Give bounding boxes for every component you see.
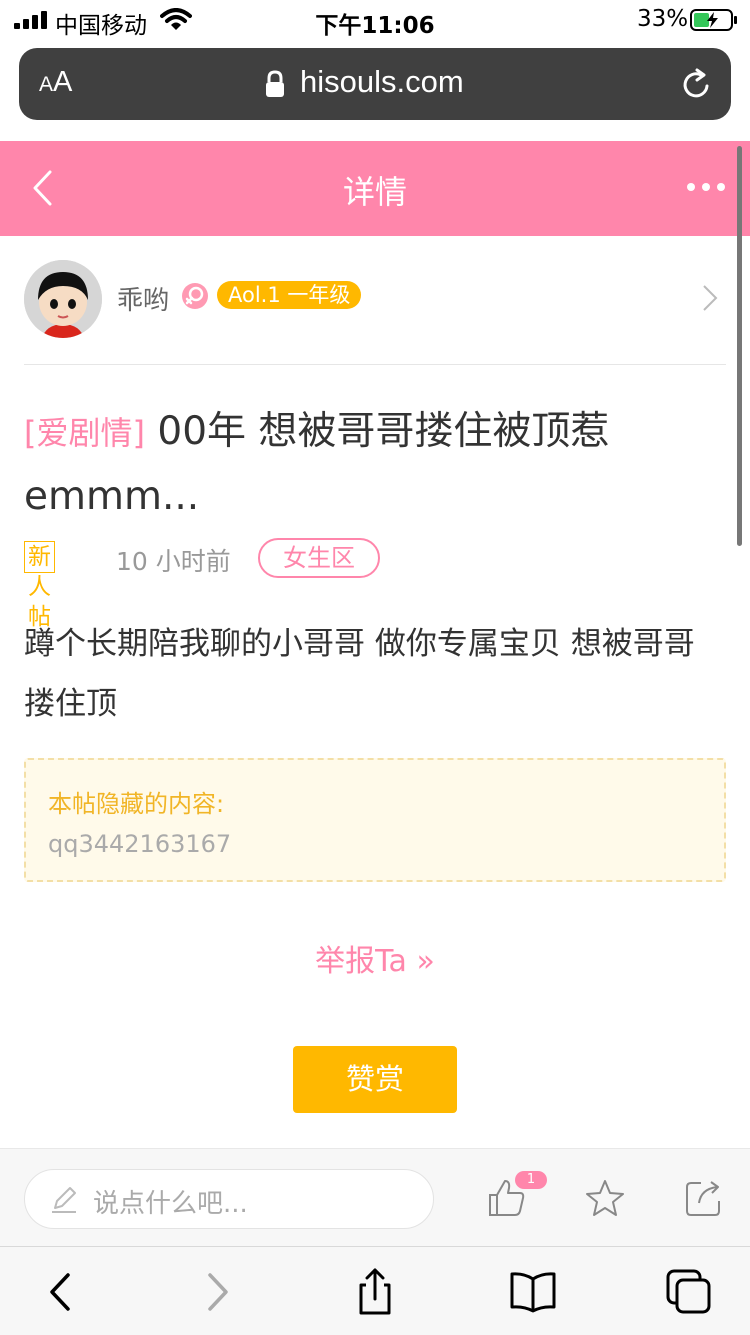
browser-toolbar xyxy=(0,1246,750,1335)
more-dots-icon[interactable] xyxy=(686,181,726,193)
battery-percentage: 33% xyxy=(637,6,689,32)
category-tag[interactable]: [爱剧情] xyxy=(24,414,145,452)
reward-button[interactable]: 赞赏 xyxy=(293,1046,457,1113)
avatar[interactable] xyxy=(24,260,102,338)
reader-settings-button[interactable]: AA xyxy=(39,66,72,99)
share-sheet-icon[interactable] xyxy=(350,1267,400,1317)
post-body: 蹲个长期陪我聊的小哥哥 做你专属宝贝 想被哥哥搂住顶 xyxy=(24,626,695,722)
address-bar[interactable]: AA hisouls.com xyxy=(19,48,731,120)
report-link[interactable]: 举报Ta » xyxy=(0,936,750,980)
post-time: 10 小时前 xyxy=(116,547,231,576)
forward-icon[interactable] xyxy=(192,1267,242,1317)
comment-bar: 说点什么吧... 1 xyxy=(0,1148,750,1247)
back-icon[interactable] xyxy=(36,1267,86,1317)
divider xyxy=(24,364,726,365)
hidden-content-label: 本帖隐藏的内容: xyxy=(48,790,225,818)
level-badge: Aol.1 一年级 xyxy=(217,281,362,309)
author-name[interactable]: 乖哟 xyxy=(117,280,169,317)
app-header: 详情 xyxy=(0,141,750,236)
like-count-badge: 1 xyxy=(515,1171,547,1189)
section-badge[interactable]: 女生区 xyxy=(258,538,380,578)
tabs-icon[interactable] xyxy=(664,1267,714,1317)
author-row[interactable]: 乖哟 Aol.1 一年级 xyxy=(0,236,750,364)
comment-placeholder: 说点什么吧... xyxy=(93,1189,248,1219)
url-text[interactable]: hisouls.com xyxy=(300,64,464,100)
share-icon[interactable] xyxy=(683,1177,725,1219)
hidden-content-value: qq3442163167 xyxy=(48,830,232,858)
lock-icon xyxy=(266,70,284,97)
post-title: [爱剧情] 00年 想被哥哥搂住被顶惹emmm... xyxy=(24,400,724,528)
comment-input[interactable]: 说点什么吧... xyxy=(24,1169,434,1229)
bookmarks-icon[interactable] xyxy=(508,1267,558,1317)
report-link-label[interactable]: 举报Ta » xyxy=(315,944,435,979)
reload-icon[interactable] xyxy=(679,68,713,102)
hidden-content-box: 本帖隐藏的内容: qq3442163167 xyxy=(24,758,726,882)
chevron-right-icon[interactable] xyxy=(702,284,718,312)
status-bar: 中国移动 下午11:06 33% xyxy=(0,0,750,40)
female-icon xyxy=(182,283,208,309)
battery-charging-icon xyxy=(690,9,737,31)
newbie-badge: 新人帖 xyxy=(24,541,55,630)
avatar-image xyxy=(24,260,102,338)
browser-address-area: AA hisouls.com xyxy=(0,40,750,140)
pencil-icon xyxy=(52,1187,76,1213)
page-title: 详情 xyxy=(342,173,407,211)
star-icon[interactable] xyxy=(584,1177,626,1219)
